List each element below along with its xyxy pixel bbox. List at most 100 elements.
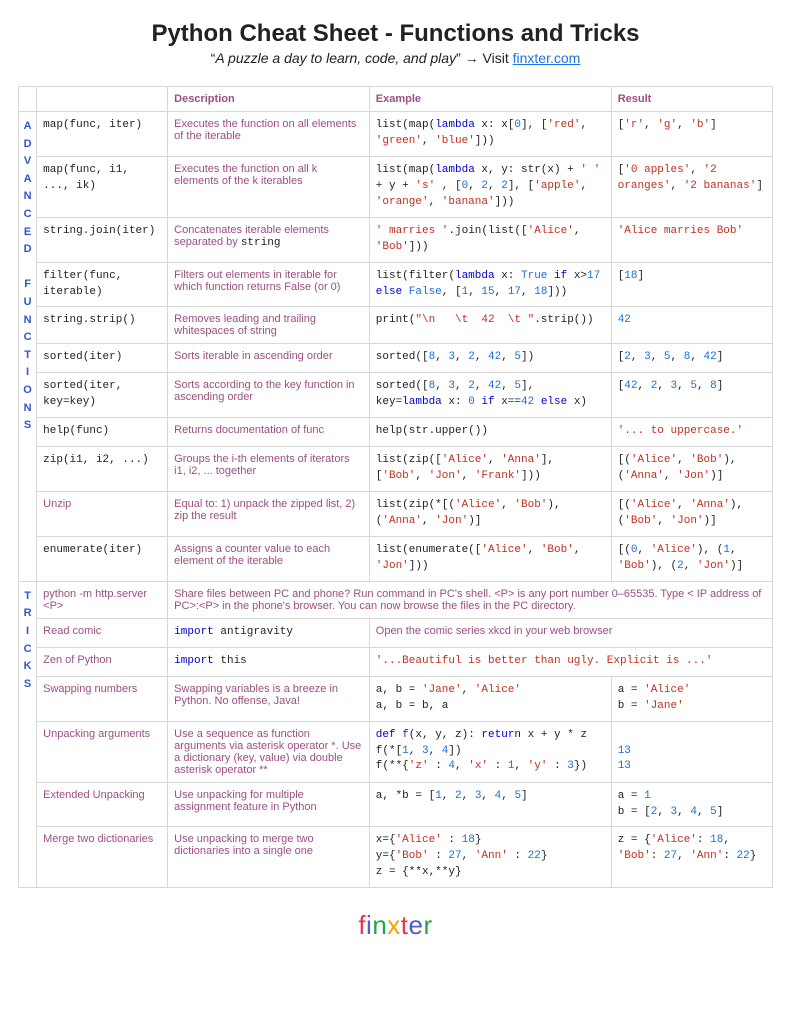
table-row: string.strip()Removes leading and traili… [19,307,773,344]
visit-prefix: → Visit [461,50,513,66]
row-name: sorted(iter, key=key) [37,373,168,418]
row-result: 42 [611,307,772,344]
row-description: Equal to: 1) unpack the zipped list, 2) … [168,492,370,537]
section-label-advanced: A D V A N C E D F U N C T I O N S [19,112,37,582]
row-example: a, *b = [1, 2, 3, 4, 5] [369,782,611,827]
row-example: sorted([8, 3, 2, 42, 5]) [369,344,611,373]
row-name: help(func) [37,418,168,447]
row-name: Unzip [37,492,168,537]
row-result: '... to uppercase.' [611,418,772,447]
row-name: Extended Unpacking [37,782,168,827]
row-name: python -m http.server <P> [37,581,168,618]
subtitle-quote: A puzzle a day to learn, code, and play [215,50,456,66]
row-example: sorted([8, 3, 2, 42, 5], key=lambda x: 0… [369,373,611,418]
footer-logo: finxter [18,910,773,941]
row-name: zip(i1, i2, ...) [37,447,168,492]
footer-letter: r [424,910,433,940]
row-name: Swapping numbers [37,676,168,721]
row-description: Executes the function on all k elements … [168,156,370,217]
page-subtitle: “A puzzle a day to learn, code, and play… [18,50,773,66]
row-result: [('Alice', 'Anna'), ('Bob', 'Jon')] [611,492,772,537]
col-description: Description [168,87,370,112]
row-example: def f(x, y, z): return x + y * z f(*[1, … [369,721,611,782]
row-example: x={'Alice' : 18} y={'Bob' : 27, 'Ann' : … [369,827,611,888]
row-description: Concatenates iterable elements separated… [168,217,370,262]
row-example: ' marries '.join(list(['Alice', 'Bob'])) [369,217,611,262]
row-example: list(zip(*[('Alice', 'Bob'), ('Anna', 'J… [369,492,611,537]
page-title: Python Cheat Sheet - Functions and Trick… [18,20,773,48]
row-result: [2, 3, 5, 8, 42] [611,344,772,373]
row-wide-note: Open the comic series xkcd in your web b… [369,618,772,647]
table-row: Extended UnpackingUse unpacking for mult… [19,782,773,827]
table-row: string.join(iter)Concatenates iterable e… [19,217,773,262]
row-name: sorted(iter) [37,344,168,373]
footer-letter: n [372,910,387,940]
table-row: Merge two dictionariesUse unpacking to m… [19,827,773,888]
row-result: ['r', 'g', 'b'] [611,112,772,157]
row-result: 'Alice marries Bob' [611,217,772,262]
row-description: Swapping variables is a breeze in Python… [168,676,370,721]
row-description: Use unpacking for multiple assignment fe… [168,782,370,827]
row-description: Removes leading and trailing whitespaces… [168,307,370,344]
table-row: zip(i1, i2, ...)Groups the i-th elements… [19,447,773,492]
row-example: list(map(lambda x: x[0], ['red', 'green'… [369,112,611,157]
row-name: Merge two dictionaries [37,827,168,888]
row-result: [(0, 'Alice'), (1, 'Bob'), (2, 'Jon')] [611,536,772,581]
row-description: Assigns a counter value to each element … [168,536,370,581]
row-result: a = 'Alice' b = 'Jane' [611,676,772,721]
row-wide-note: Share files between PC and phone? Run co… [168,581,773,618]
row-name: Zen of Python [37,647,168,676]
footer-letter: e [409,910,424,940]
table-row: Read comicimport antigravityOpen the com… [19,618,773,647]
row-description: import this [168,647,370,676]
col-side [19,87,37,112]
row-description: Filters out elements in iterable for whi… [168,262,370,307]
row-description: Use a sequence as function arguments via… [168,721,370,782]
row-example: list(filter(lambda x: True if x>17 else … [369,262,611,307]
row-example: a, b = 'Jane', 'Alice' a, b = b, a [369,676,611,721]
table-row: UnzipEqual to: 1) unpack the zipped list… [19,492,773,537]
row-result: [18] [611,262,772,307]
row-description: Sorts according to the key function in a… [168,373,370,418]
col-name [37,87,168,112]
table-row: A D V A N C E D F U N C T I O N Smap(fun… [19,112,773,157]
row-description: Executes the function on all elements of… [168,112,370,157]
footer-letter: t [401,910,409,940]
row-name: filter(func, iterable) [37,262,168,307]
row-result: z = {'Alice': 18, 'Bob': 27, 'Ann': 22} [611,827,772,888]
col-example: Example [369,87,611,112]
row-result: [('Alice', 'Bob'), ('Anna', 'Jon')] [611,447,772,492]
row-name: string.join(iter) [37,217,168,262]
row-name: Read comic [37,618,168,647]
table-row: Swapping numbersSwapping variables is a … [19,676,773,721]
table-row: filter(func, iterable)Filters out elemen… [19,262,773,307]
footer-letter: x [387,910,401,940]
table-row: enumerate(iter)Assigns a counter value t… [19,536,773,581]
footer-letter: f [358,910,366,940]
cheatsheet-table: Description Example Result A D V A N C E… [18,86,773,888]
row-result: [42, 2, 3, 5, 8] [611,373,772,418]
table-row: Unpacking argumentsUse a sequence as fun… [19,721,773,782]
row-name: enumerate(iter) [37,536,168,581]
row-example: help(str.upper()) [369,418,611,447]
section-label-tricks: T R I C K S [19,581,37,887]
row-wide-note: '...Beautiful is better than ugly. Expli… [369,647,772,676]
col-result: Result [611,87,772,112]
row-name: map(func, iter) [37,112,168,157]
row-example: list(zip(['Alice', 'Anna'], ['Bob', 'Jon… [369,447,611,492]
row-example: list(map(lambda x, y: str(x) + ' ' + y +… [369,156,611,217]
table-row: T R I C K Spython -m http.server <P>Shar… [19,581,773,618]
table-row: sorted(iter)Sorts iterable in ascending … [19,344,773,373]
row-example: list(enumerate(['Alice', 'Bob', 'Jon'])) [369,536,611,581]
row-result: ['0 apples', '2 oranges', '2 bananas'] [611,156,772,217]
row-description: Returns documentation of func [168,418,370,447]
table-row: map(func, i1, ..., ik)Executes the funct… [19,156,773,217]
row-name: Unpacking arguments [37,721,168,782]
table-row: help(func)Returns documentation of funch… [19,418,773,447]
row-name: string.strip() [37,307,168,344]
finxter-link[interactable]: finxter.com [513,50,581,66]
row-result: 13 13 [611,721,772,782]
row-example: print("\n \t 42 \t ".strip()) [369,307,611,344]
row-description: import antigravity [168,618,370,647]
table-row: Zen of Pythonimport this'...Beautiful is… [19,647,773,676]
